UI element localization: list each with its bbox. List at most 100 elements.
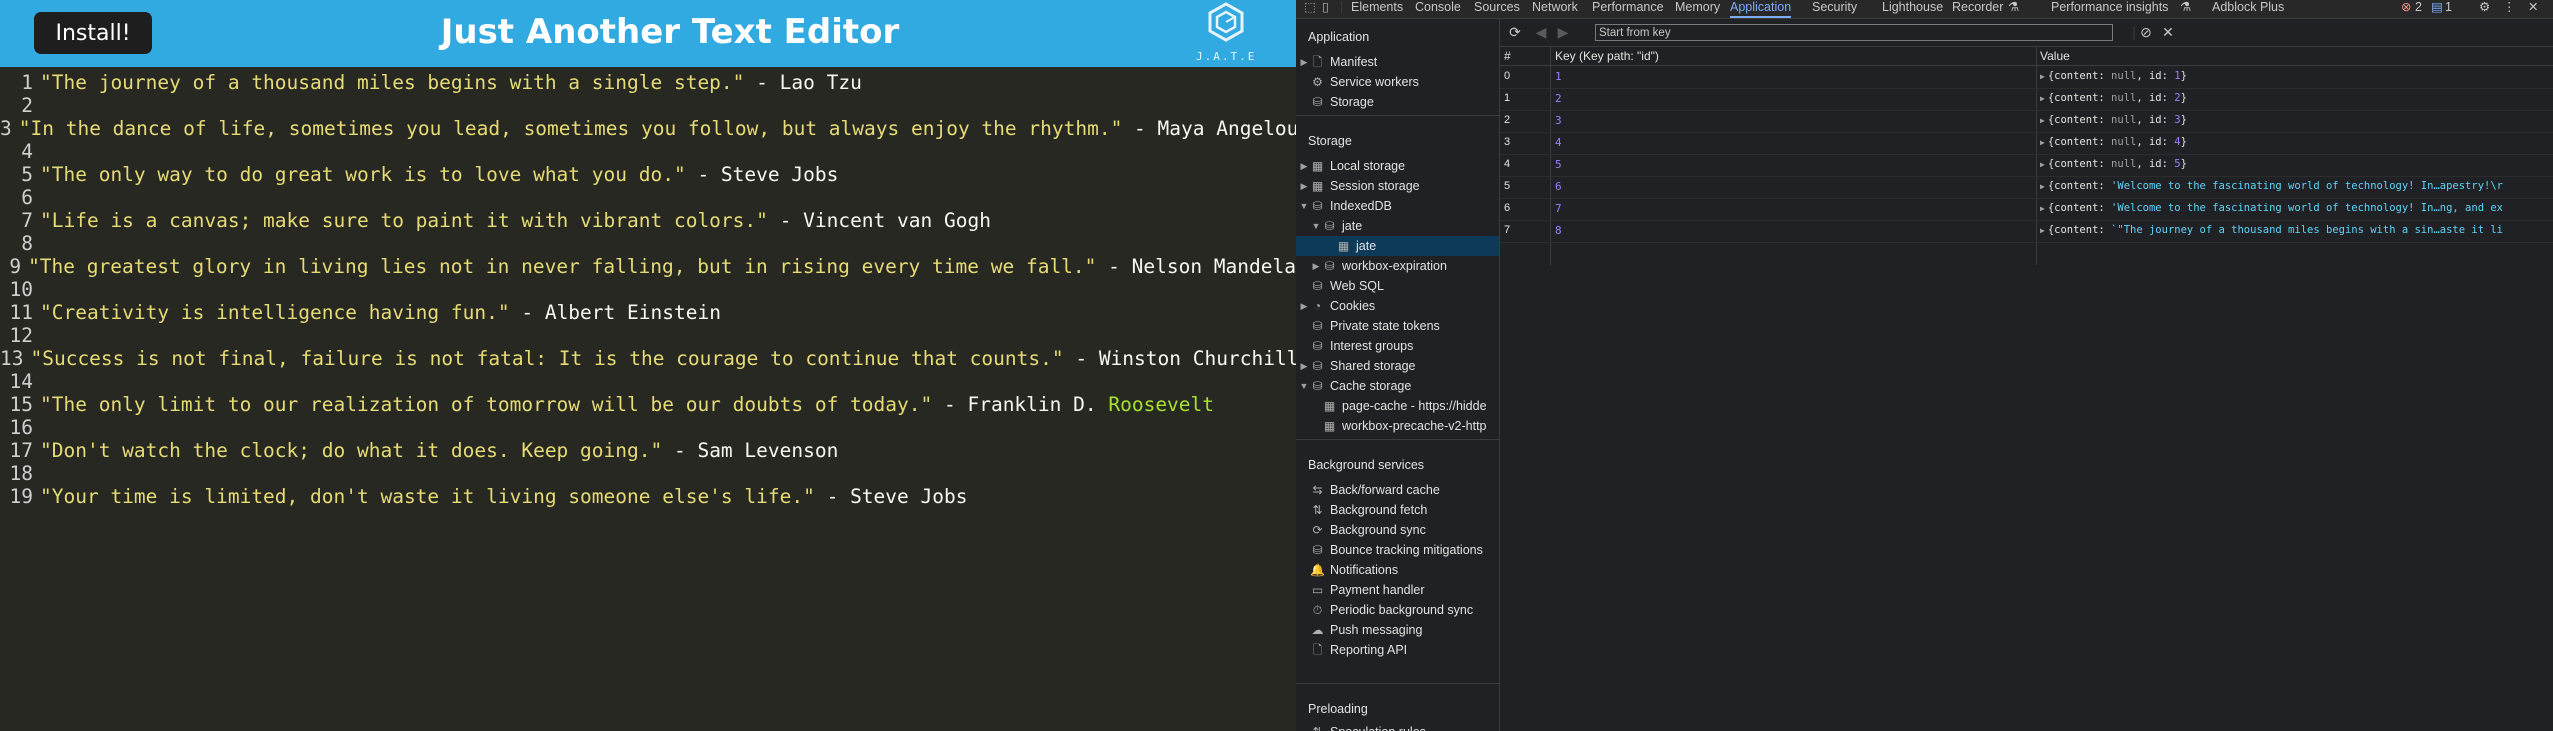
value-content: null bbox=[2111, 114, 2137, 126]
row-value[interactable]: ▶ {content: null, id: 5} bbox=[2040, 158, 2550, 170]
sidebar-item-cookies[interactable]: ▶ ◔ Cookies bbox=[1296, 296, 1499, 316]
sidebar-item-local-storage[interactable]: ▶ ▦ Local storage bbox=[1296, 156, 1499, 176]
key-column-header[interactable]: Key (Key path: "id") bbox=[1555, 49, 1659, 63]
sidebar-item-page-cache[interactable]: ▦ page-cache - https://hidde bbox=[1296, 396, 1499, 416]
tab-memory[interactable]: Memory bbox=[1675, 0, 1720, 18]
expand-arrow-icon[interactable]: ▶ bbox=[2040, 160, 2045, 169]
sidebar-item-web-sql[interactable]: ⛁ Web SQL bbox=[1296, 276, 1499, 296]
more-options-icon[interactable]: ⋮ bbox=[2503, 0, 2516, 18]
inspect-element-icon[interactable]: ⬚ bbox=[1304, 0, 1316, 18]
sidebar-item-notifications[interactable]: 🔔 Notifications bbox=[1296, 560, 1499, 580]
tab-performance-insights[interactable]: Performance insights bbox=[2051, 0, 2168, 18]
sidebar-item-jate-db[interactable]: ▼ ⛁ jate bbox=[1296, 216, 1499, 236]
sidebar-item-workbox-precache[interactable]: ▦ workbox-precache-v2-http bbox=[1296, 416, 1499, 436]
error-count[interactable]: 2 bbox=[2415, 0, 2422, 18]
sidebar-item-session-storage[interactable]: ▶ ▦ Session storage bbox=[1296, 176, 1499, 196]
sidebar-item-shared-storage[interactable]: ▶ ⛁ Shared storage bbox=[1296, 356, 1499, 376]
message-badge-icon[interactable]: ▤ bbox=[2431, 0, 2443, 18]
delete-selected-icon[interactable]: ✕ bbox=[2159, 23, 2177, 41]
sidebar-item-storage[interactable]: ⛁ Storage bbox=[1296, 92, 1499, 112]
table-row[interactable]: 4 5 ▶ {content: null, id: 5} bbox=[1500, 154, 2553, 177]
sidebar-item-periodic-background-sync[interactable]: ⏱ Periodic background sync bbox=[1296, 600, 1499, 620]
expand-arrow-icon[interactable]: ▶ bbox=[1310, 261, 1322, 272]
bell-icon: 🔔 bbox=[1310, 563, 1325, 577]
expand-arrow-icon[interactable]: ▶ bbox=[2040, 72, 2045, 81]
error-badge-icon[interactable]: ⊗ bbox=[2401, 0, 2411, 18]
expand-arrow-icon[interactable]: ▶ bbox=[2040, 94, 2045, 103]
cloud-icon: ☁ bbox=[1311, 623, 1324, 637]
section-divider bbox=[1296, 439, 1499, 440]
sidebar-item-background-fetch[interactable]: ⇅ Background fetch bbox=[1296, 500, 1499, 520]
previous-page-icon[interactable]: ◀ bbox=[1532, 23, 1550, 41]
table-row[interactable]: 2 3 ▶ {content: null, id: 3} bbox=[1500, 110, 2553, 133]
row-value[interactable]: ▶ {content: 'Welcome to the fascinating w… bbox=[2040, 180, 2550, 192]
expand-arrow-icon[interactable]: ▼ bbox=[1298, 381, 1310, 391]
table-row[interactable]: 0 1 ▶ {content: null, id: 1} bbox=[1500, 66, 2553, 89]
expand-arrow-icon[interactable]: ▼ bbox=[1310, 221, 1322, 231]
code-editor[interactable]: 1 "The journey of a thousand miles begins… bbox=[0, 71, 1296, 731]
expand-arrow-icon[interactable]: ▶ bbox=[1298, 301, 1310, 312]
sidebar-item-indexeddb[interactable]: ▼ ⛁ IndexedDB bbox=[1296, 196, 1499, 216]
row-value[interactable]: ▶ {content: null, id: 1} bbox=[2040, 70, 2550, 82]
expand-arrow-icon[interactable]: ▼ bbox=[1298, 201, 1310, 211]
clear-object-store-icon[interactable]: ⊘ bbox=[2137, 23, 2155, 41]
expand-arrow-icon[interactable]: ▶ bbox=[1298, 361, 1310, 372]
tab-network[interactable]: Network bbox=[1532, 0, 1578, 18]
settings-gear-icon[interactable]: ⚙ bbox=[2479, 0, 2490, 18]
sidebar-item-reporting-api[interactable]: 🗋 Reporting API bbox=[1296, 640, 1499, 660]
expand-arrow-icon[interactable]: ▶ bbox=[1298, 161, 1310, 172]
sidebar-item-payment-handler[interactable]: ▭ Payment handler bbox=[1296, 580, 1499, 600]
message-count[interactable]: 1 bbox=[2445, 0, 2452, 18]
row-value[interactable]: ▶ {content: null, id: 4} bbox=[2040, 136, 2550, 148]
expand-arrow-icon[interactable]: ▶ bbox=[1298, 181, 1310, 192]
sidebar-item-workbox-precache-label: workbox-precache-v2-http bbox=[1342, 419, 1487, 433]
line-content: "The greatest glory in living lies not i… bbox=[28, 255, 1296, 278]
line-number: 19 bbox=[9, 485, 33, 508]
device-toolbar-icon[interactable]: ▯ bbox=[1322, 0, 1329, 18]
sidebar-item-interest-groups[interactable]: ⛁ Interest groups bbox=[1296, 336, 1499, 356]
sidebar-item-back-forward-cache[interactable]: ⇆ Back/forward cache bbox=[1296, 480, 1499, 500]
expand-arrow-icon[interactable]: ▶ bbox=[2040, 226, 2045, 235]
sidebar-item-workbox-expiration[interactable]: ▶ ⛁ workbox-expiration bbox=[1296, 256, 1499, 276]
table-row[interactable]: 3 4 ▶ {content: null, id: 4} bbox=[1500, 132, 2553, 155]
expand-arrow-icon[interactable]: ▶ bbox=[2040, 138, 2045, 147]
refresh-icon[interactable]: ⟳ bbox=[1506, 23, 1524, 41]
expand-arrow-icon[interactable]: ▶ bbox=[2040, 182, 2045, 191]
table-row[interactable]: 1 2 ▶ {content: null, id: 2} bbox=[1500, 88, 2553, 111]
sidebar-item-bounce-tracking[interactable]: ⛁ Bounce tracking mitigations bbox=[1296, 540, 1499, 560]
next-page-icon[interactable]: ▶ bbox=[1554, 23, 1572, 41]
tab-lighthouse[interactable]: Lighthouse bbox=[1882, 0, 1943, 18]
tab-sources[interactable]: Sources bbox=[1474, 0, 1520, 18]
table-row[interactable]: 7 8 ▶ {content: `"The journey of a thousand… bbox=[1500, 220, 2553, 243]
start-from-key-input[interactable] bbox=[1595, 24, 2113, 41]
line-content: "The journey of a thousand miles begins … bbox=[40, 71, 862, 94]
sidebar-item-jate-store[interactable]: ▦ jate bbox=[1296, 236, 1499, 256]
close-devtools-icon[interactable]: ✕ bbox=[2528, 0, 2538, 18]
tab-console[interactable]: Console bbox=[1415, 0, 1461, 18]
sidebar-item-private-state-tokens[interactable]: ⛁ Private state tokens bbox=[1296, 316, 1499, 336]
expand-arrow-icon[interactable]: ▶ bbox=[2040, 116, 2045, 125]
row-value[interactable]: ▶ {content: 'Welcome to the fascinating w… bbox=[2040, 202, 2550, 214]
tab-elements[interactable]: Elements bbox=[1351, 0, 1403, 18]
row-key: 5 bbox=[1555, 158, 1562, 171]
author-text: - Steve Jobs bbox=[685, 163, 839, 186]
sidebar-item-manifest[interactable]: ▶ 🗋 Manifest bbox=[1296, 52, 1499, 72]
expand-arrow-icon[interactable]: ▶ bbox=[1298, 57, 1310, 68]
tab-security[interactable]: Security bbox=[1812, 0, 1857, 18]
tab-adblock-plus[interactable]: Adblock Plus bbox=[2212, 0, 2284, 18]
sidebar-item-service-workers[interactable]: ⚙ Service workers bbox=[1296, 72, 1499, 92]
table-row[interactable]: 6 7 ▶ {content: 'Welcome to the fascinating… bbox=[1500, 198, 2553, 221]
sidebar-item-cache-storage[interactable]: ▼ ⛁ Cache storage bbox=[1296, 376, 1499, 396]
table-row[interactable]: 5 6 ▶ {content: 'Welcome to the fascinating… bbox=[1500, 176, 2553, 199]
sidebar-item-push-messaging[interactable]: ☁ Push messaging bbox=[1296, 620, 1499, 640]
sidebar-item-speculation-rules[interactable]: ⇅ Speculation rules bbox=[1296, 722, 1499, 731]
sidebar-item-background-sync[interactable]: ⟳ Background sync bbox=[1296, 520, 1499, 540]
tab-performance[interactable]: Performance bbox=[1592, 0, 1664, 18]
expand-arrow-icon[interactable]: ▶ bbox=[2040, 204, 2045, 213]
row-value[interactable]: ▶ {content: null, id: 2} bbox=[2040, 92, 2550, 104]
value-column-header[interactable]: Value bbox=[2040, 49, 2070, 63]
tab-application[interactable]: Application bbox=[1730, 0, 1792, 18]
row-value[interactable]: ▶ {content: `"The journey of a thousand m… bbox=[2040, 224, 2550, 236]
tab-recorder[interactable]: Recorder bbox=[1952, 0, 2003, 18]
row-value[interactable]: ▶ {content: null, id: 3} bbox=[2040, 114, 2550, 126]
